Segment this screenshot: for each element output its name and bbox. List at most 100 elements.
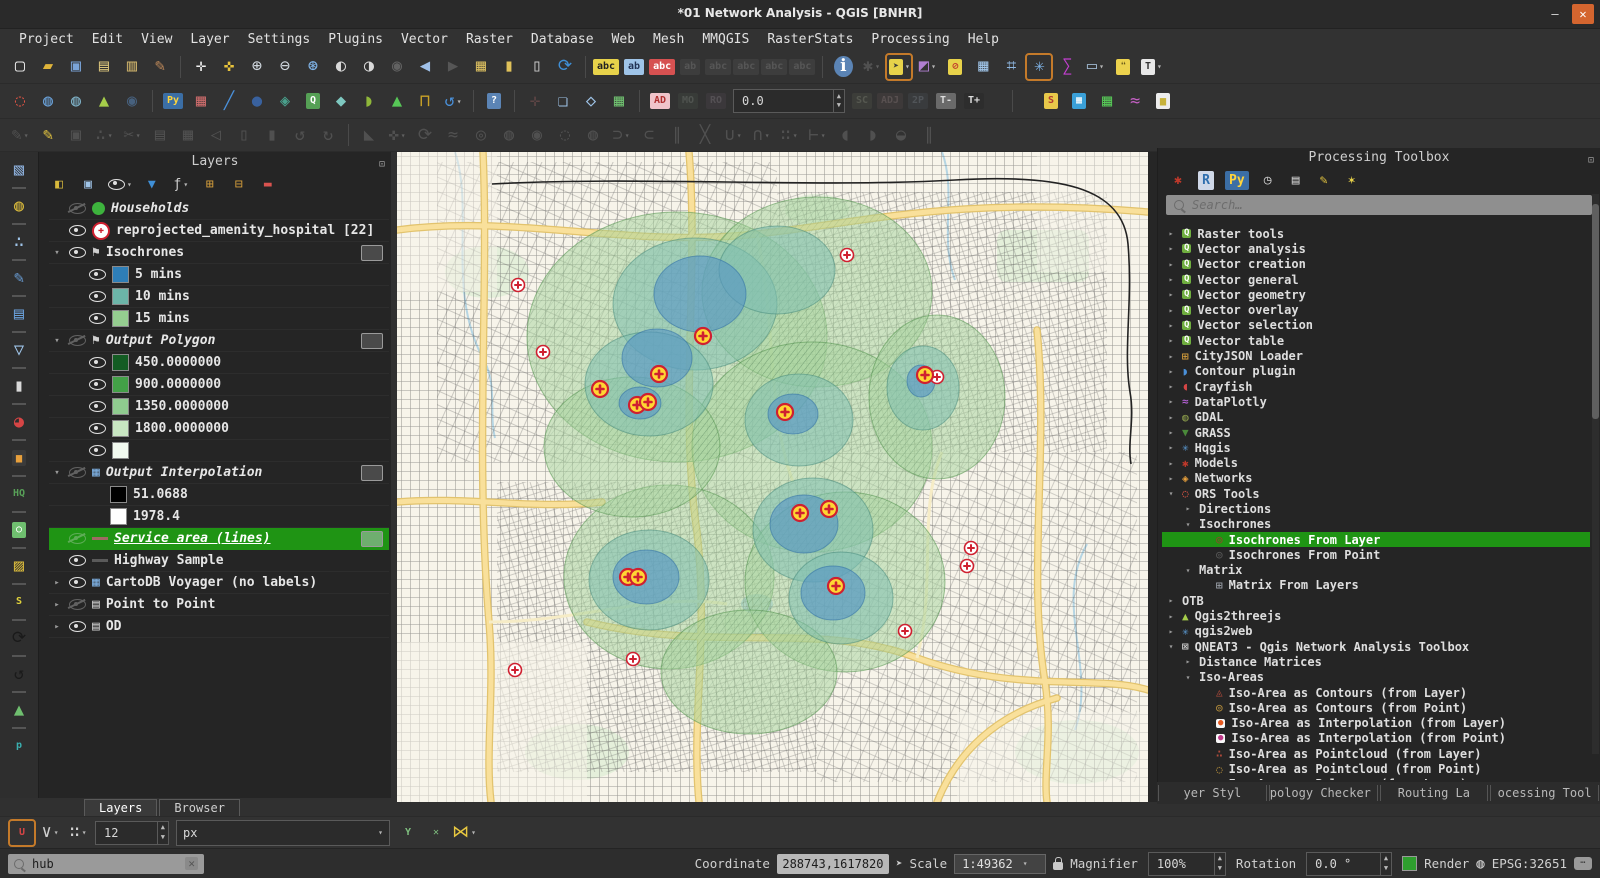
processing-search-box[interactable]: Search… — [1166, 195, 1592, 215]
visibility-toggle[interactable] — [89, 313, 106, 324]
layer-item-households[interactable]: Households — [49, 198, 389, 220]
algo-distance-matrices[interactable]: ▸Distance Matrices — [1162, 654, 1590, 669]
map-canvas[interactable] — [397, 152, 1148, 802]
scrollbar-thumb[interactable] — [1592, 204, 1599, 419]
tab-layers[interactable]: Layers — [84, 799, 157, 816]
expand-arrow[interactable]: ▸ — [1166, 443, 1176, 452]
expand-arrow[interactable]: ▾ — [51, 248, 63, 258]
osm-search[interactable]: Q — [300, 88, 326, 114]
search-layers[interactable]: ◉ — [119, 88, 145, 114]
select-by-value[interactable]: ◩▾ — [914, 54, 940, 80]
serval-tool[interactable]: S — [6, 589, 32, 615]
expand-arrow[interactable]: ▸ — [1166, 428, 1176, 437]
measure-line[interactable]: ▭▾ — [1082, 54, 1108, 80]
layer-item-450-0000000[interactable]: 450.0000000 — [49, 352, 389, 374]
expand-arrow[interactable]: ▸ — [1166, 459, 1176, 468]
dock-tab-pology-checker-pa[interactable]: pology Checker Pa — [1269, 785, 1378, 801]
algo-vector-general[interactable]: ▸QVector general — [1162, 272, 1590, 287]
menu-edit[interactable]: Edit — [83, 31, 132, 48]
filter-by-expression[interactable]: ƒ▾ — [172, 175, 190, 193]
algo-models[interactable]: ▸✱Models — [1162, 455, 1590, 470]
layer-item-blank[interactable] — [49, 440, 389, 462]
expand-arrow[interactable]: ▸ — [1166, 260, 1176, 269]
expand-arrow[interactable]: ▸ — [1166, 382, 1176, 391]
help[interactable]: ? — [481, 88, 507, 114]
menu-rasterstats[interactable]: RasterStats — [758, 31, 862, 48]
profile-plot[interactable]: ≈ — [1122, 88, 1148, 114]
layer-item-output-polygon[interactable]: ▾⚑Output Polygon — [49, 330, 389, 352]
algo-cityjson-loader[interactable]: ▸⊞CityJSON Loader — [1162, 348, 1590, 363]
open-project[interactable]: ▰ — [35, 54, 61, 80]
manage-map-themes[interactable]: ▾ — [108, 175, 132, 193]
extents-icon[interactable]: ➤ — [896, 857, 903, 870]
expand-arrow[interactable]: ▸ — [1166, 229, 1176, 238]
filter-legend[interactable]: ▼ — [143, 175, 161, 193]
snap-on-intersection[interactable]: ✕ — [423, 820, 449, 846]
lock-scale-icon[interactable] — [1053, 862, 1063, 870]
hqgis[interactable]: HQ — [6, 481, 32, 507]
layer-item-reprojected-amenity-hospital-22-[interactable]: ✚reprojected_amenity_hospital [22] — [49, 220, 389, 242]
layer-item-1350-0000000[interactable]: 1350.0000000 — [49, 396, 389, 418]
algo-vector-table[interactable]: ▸QVector table — [1162, 333, 1590, 348]
expand-arrow[interactable]: ▸ — [1166, 275, 1176, 284]
layer-item-1978-4[interactable]: 1978.4 — [49, 506, 389, 528]
basic-statistics[interactable]: ⌗ — [998, 54, 1024, 80]
new-bookmark[interactable]: ▮ — [496, 54, 522, 80]
expand-arrow[interactable]: ▸ — [1183, 657, 1193, 666]
snap-tolerance-spin[interactable]: 12 ▲▼ — [95, 821, 169, 845]
georef-pan[interactable]: ❏ — [550, 88, 576, 114]
zoom-last[interactable]: ◀ — [412, 54, 438, 80]
menu-layer[interactable]: Layer — [181, 31, 238, 48]
contour-plugin[interactable]: ◗ — [356, 88, 382, 114]
show-layout-manager[interactable]: ▥ — [119, 54, 145, 80]
menu-mesh[interactable]: Mesh — [644, 31, 693, 48]
menu-settings[interactable]: Settings — [239, 31, 320, 48]
algo-ors-tools[interactable]: ▾◌ORS Tools — [1162, 486, 1590, 501]
snap-units-dropdown[interactable]: px▾ — [176, 820, 390, 846]
layer-item-od[interactable]: ▸▤OD — [49, 616, 389, 638]
menu-view[interactable]: View — [132, 31, 181, 48]
add-delimited-text[interactable]: ∴ — [6, 229, 32, 255]
visibility-toggle[interactable] — [89, 379, 106, 390]
ors-tools[interactable]: ◌ — [7, 88, 33, 114]
zoom-out[interactable]: ⊖ — [272, 54, 298, 80]
crs-status[interactable]: EPSG:32651 — [1492, 856, 1567, 871]
expand-arrow[interactable]: ▸ — [51, 622, 63, 632]
expand-arrow[interactable]: ▸ — [51, 600, 63, 610]
algo-qgis2threejs[interactable]: ▸▲Qgis2threejs — [1162, 608, 1590, 623]
new-shapefile[interactable]: ✎ — [6, 265, 32, 291]
profile-tool[interactable]: ⊓ — [412, 88, 438, 114]
python-scripts[interactable]: Py — [1225, 171, 1249, 189]
expand-arrow[interactable]: ▸ — [1166, 596, 1176, 605]
identify-features[interactable]: ℹ — [830, 54, 856, 80]
mmqgis-globe[interactable]: ◍ — [35, 88, 61, 114]
grass-tools[interactable]: ◈ — [272, 88, 298, 114]
show-labels[interactable]: abc — [593, 54, 619, 80]
magnifier-spin[interactable]: 100% ▲▼ — [1148, 852, 1226, 876]
algo-crayfish[interactable]: ▸◖Crayfish — [1162, 379, 1590, 394]
expand-arrow[interactable]: ▸ — [1166, 413, 1176, 422]
cad-angle[interactable]: 0.0▲▼ — [733, 89, 845, 113]
algo-iso-area-as-pointcloud-from-layer-[interactable]: ∴Iso-Area as Pointcloud (from Layer) — [1162, 746, 1590, 761]
dock-tab-ocessing-tool[interactable]: ocessing Tool — [1490, 785, 1599, 801]
qgis2threejs[interactable]: ▲ — [91, 88, 117, 114]
expand-arrow[interactable]: ▾ — [1183, 520, 1193, 529]
new-virtual-layer[interactable]: ▽ — [6, 337, 32, 363]
zoom-to-selection[interactable]: ◑ — [356, 54, 382, 80]
save-project[interactable]: ▣ — [63, 54, 89, 80]
visibility-toggle[interactable] — [69, 467, 86, 478]
deselect-all[interactable]: ⊘ — [942, 54, 968, 80]
algo-vector-overlay[interactable]: ▸QVector overlay — [1162, 302, 1590, 317]
map-tips[interactable]: ❝ — [1110, 54, 1136, 80]
expand-arrow[interactable]: ▾ — [51, 468, 63, 478]
cad-t-minus[interactable]: T- — [933, 88, 959, 114]
toggle-editing[interactable]: ✎ — [35, 122, 61, 148]
results-viewer[interactable]: ▤ — [1287, 171, 1305, 189]
raster-histogram[interactable]: ▅ — [1150, 88, 1176, 114]
new-map-view[interactable]: ▦ — [468, 54, 494, 80]
menu-plugins[interactable]: Plugins — [319, 31, 392, 48]
topological-editing[interactable]: Y — [395, 820, 421, 846]
layer-item-output-interpolation[interactable]: ▾▦Output Interpolation — [49, 462, 389, 484]
visibility-toggle[interactable] — [69, 247, 86, 258]
render-checkbox[interactable] — [1402, 856, 1417, 871]
